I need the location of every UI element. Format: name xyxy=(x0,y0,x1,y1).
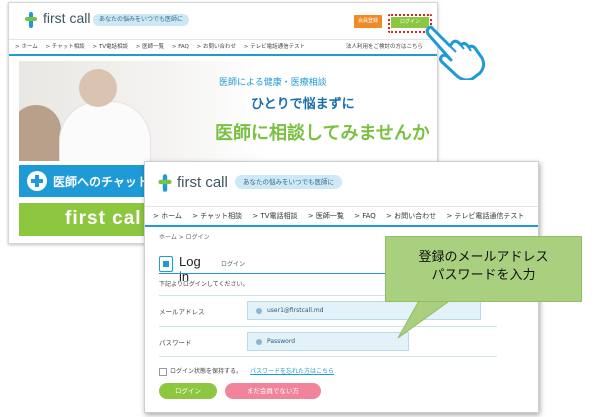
nav-doctors[interactable]: > 医師一覧 xyxy=(308,212,344,220)
email-value: user1@firstcall.md xyxy=(267,307,324,314)
tagline: あなたの悩みをいつでも医師に xyxy=(93,14,190,26)
main-nav: > ホーム > チャット相談 > TV電話相談 > 医師一覧 > FAQ > お… xyxy=(145,206,538,227)
nav-tv[interactable]: > TV電話相談 xyxy=(93,44,128,50)
login-icon xyxy=(159,256,173,272)
instruction-callout: 登録のメールアドレス パスワードを入力 xyxy=(385,236,582,302)
nav-tv[interactable]: > TV電話相談 xyxy=(252,212,297,220)
login-instructions: 下記よりログインしてください。 xyxy=(159,281,249,288)
password-label: パスワード xyxy=(159,339,192,347)
nav-faq[interactable]: > FAQ xyxy=(172,44,189,50)
breadcrumb[interactable]: ホーム > ログイン xyxy=(159,232,210,241)
forgot-password-link[interactable]: パスワードを忘れた方はこちら xyxy=(250,368,334,375)
first-call-logo-icon xyxy=(25,12,37,28)
doctor-coat-figure xyxy=(59,101,151,161)
remember-me: ログイン状態を保持する。 パスワードを忘れた方はこちら xyxy=(159,366,334,376)
plus-icon xyxy=(27,171,47,191)
password-value: Password xyxy=(267,338,296,345)
user-icon xyxy=(256,307,262,314)
doctor-figure xyxy=(79,69,117,107)
callout-text: 登録のメールアドレス パスワードを入力 xyxy=(386,249,581,285)
footer-brand: first cal xyxy=(65,208,142,229)
hero-line1: 医師による健康・医療相談 xyxy=(219,78,327,88)
nav-home[interactable]: > ホーム xyxy=(153,212,182,220)
login-submit-button[interactable]: ログイン xyxy=(159,383,217,399)
remember-label: ログイン状態を保持する。 xyxy=(170,368,243,375)
nav-faq[interactable]: > FAQ xyxy=(354,212,376,220)
first-call-logo-icon xyxy=(158,174,172,192)
site-header: first call あなたの悩みをいつでも医師に xyxy=(145,162,538,206)
page-title-ja: ログイン xyxy=(221,261,246,268)
nav-contact[interactable]: > お問い合わせ xyxy=(197,44,236,50)
hero-line2: ひとりで悩まずに xyxy=(251,97,355,112)
password-row: パスワード Password xyxy=(159,326,497,355)
remember-checkbox[interactable] xyxy=(159,367,167,376)
password-field[interactable]: Password xyxy=(247,332,409,351)
patient-figure xyxy=(19,105,61,161)
callout-line2: パスワードを入力 xyxy=(431,268,536,283)
corporate-link[interactable]: 法人利用をご検討の方はこちら xyxy=(346,40,423,54)
nav-test[interactable]: > テレビ電話通信テスト xyxy=(244,44,305,50)
nav-chat[interactable]: > チャット相談 xyxy=(192,212,242,220)
nav-doctors[interactable]: > 医師一覧 xyxy=(136,44,164,50)
nav-contact[interactable]: > お問い合わせ xyxy=(386,212,436,220)
brand-name[interactable]: first call xyxy=(177,174,228,191)
email-label: メールアドレス xyxy=(159,308,205,316)
hand-pointer-icon xyxy=(425,25,486,80)
tagline: あなたの悩みをいつでも医師に xyxy=(235,175,342,189)
main-nav: > ホーム > チャット相談 > TV電話相談 > 医師一覧 > FAQ > お… xyxy=(9,39,437,56)
nav-test[interactable]: > テレビ電話通信テスト xyxy=(446,212,524,220)
hero-banner: 医師による健康・医療相談 ひとりで悩まずに 医師に相談してみませんか xyxy=(19,61,429,161)
form-divider xyxy=(159,356,497,358)
hero-line3: 医師に相談してみませんか xyxy=(215,123,429,144)
not-member-button[interactable]: まだ会員でない方 xyxy=(225,383,321,399)
nav-chat[interactable]: > チャット相談 xyxy=(45,44,84,50)
email-field[interactable]: user1@firstcall.md xyxy=(247,301,481,320)
nav-home[interactable]: > ホーム xyxy=(15,44,38,50)
register-button[interactable]: 会員登録 xyxy=(354,15,382,28)
lock-icon xyxy=(256,338,262,345)
site-header: first call あなたの悩みをいつでも医師に 会員登録 ログイン xyxy=(9,3,437,39)
brand-name[interactable]: first call xyxy=(43,10,90,26)
callout-line1: 登録のメールアドレス xyxy=(418,250,549,265)
